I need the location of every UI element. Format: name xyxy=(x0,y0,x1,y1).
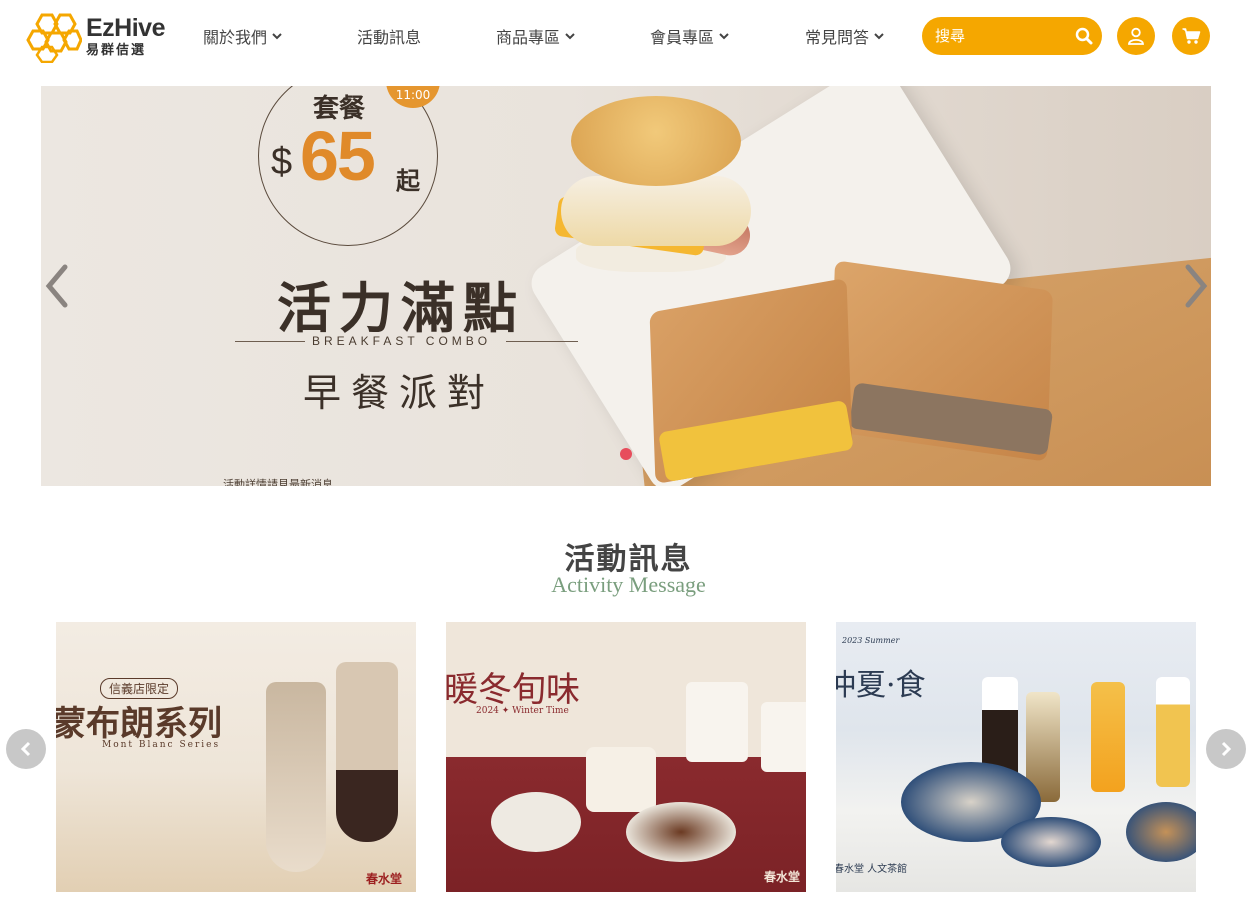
brand-name-en: EzHive xyxy=(86,13,165,42)
banner-egg xyxy=(561,176,751,246)
chevron-right-icon xyxy=(1221,741,1232,757)
carousel-next-button[interactable] xyxy=(1206,729,1246,769)
boba-tea-glass xyxy=(336,662,398,842)
milk-tea-glass xyxy=(266,682,326,872)
cart-icon xyxy=(1182,27,1200,44)
nav-label: 活動訊息 xyxy=(357,28,422,47)
nav-label: 會員專區 xyxy=(650,28,715,47)
card-brand: 春水堂 xyxy=(764,870,801,884)
carousel-prev-button[interactable] xyxy=(6,729,46,769)
price-value: 65 xyxy=(300,117,376,195)
card-brand: 春水堂 xyxy=(366,872,403,886)
drink-glass xyxy=(1156,677,1190,787)
carousel-dot-active[interactable] xyxy=(620,448,632,460)
hexagon-logo-icon xyxy=(26,13,82,63)
nav-label: 關於我們 xyxy=(203,28,268,47)
banner-headline: 活力滿點 xyxy=(277,277,525,340)
nav-item-products[interactable]: 商品專區 xyxy=(496,24,575,48)
search-icon[interactable] xyxy=(1075,27,1093,45)
card-title: 蒙布朗系列 xyxy=(56,704,222,744)
hero-carousel: 11:00 套餐 $ 65 起 活力滿點 BREAKFAST COMBO 早餐派… xyxy=(41,86,1211,486)
chevron-down-icon xyxy=(719,33,729,40)
card-title: 暖冬旬味 xyxy=(446,670,580,710)
chevron-down-icon xyxy=(874,33,884,40)
activity-card[interactable]: 暖冬旬味 2024 ✦ Winter Time 春水堂 xyxy=(446,622,806,892)
search-input[interactable] xyxy=(935,27,1065,45)
brand-name-zh: 易群佶選 xyxy=(86,42,147,58)
food-bowl xyxy=(1126,802,1196,862)
nav-label: 商品專區 xyxy=(496,28,561,47)
site-header: EzHive 易群佶選 關於我們 活動訊息 商品專區 會員專區 常見問答 xyxy=(0,0,1257,72)
divider xyxy=(235,341,305,342)
food-bowl xyxy=(1001,817,1101,867)
member-button[interactable] xyxy=(1117,17,1155,55)
section-subtitle: Activity Message xyxy=(551,572,706,597)
card-title: 仲夏·食 xyxy=(836,668,926,703)
tea-mug xyxy=(686,682,748,762)
chevron-left-icon[interactable] xyxy=(43,263,73,309)
activity-card[interactable]: 信義店限定 蒙布朗系列 Mont Blanc Series 春水堂 xyxy=(56,622,416,892)
chevron-right-icon[interactable] xyxy=(1180,263,1210,309)
card-caption: 2023 Summer xyxy=(842,636,900,645)
chevron-left-icon xyxy=(20,741,31,757)
search-box xyxy=(922,17,1102,55)
nav-item-about[interactable]: 關於我們 xyxy=(203,24,282,48)
banner-subtitle-en: BREAKFAST COMBO xyxy=(312,334,492,348)
nav-item-members[interactable]: 會員專區 xyxy=(650,24,729,48)
card-caption: 2024 ✦ Winter Time xyxy=(476,706,569,716)
nav-item-faq[interactable]: 常見問答 xyxy=(805,24,884,48)
food-plate xyxy=(491,792,581,852)
banner-subtitle-zh: 早餐派對 xyxy=(303,371,496,415)
chevron-down-icon xyxy=(565,33,575,40)
card-caption: Mont Blanc Series xyxy=(102,740,221,750)
soup-bowl xyxy=(586,747,656,812)
nav-item-activity[interactable]: 活動訊息 xyxy=(357,24,421,48)
price-currency: $ xyxy=(271,141,293,183)
banner-rice-bun xyxy=(571,96,741,186)
user-icon xyxy=(1128,27,1144,45)
chevron-down-icon xyxy=(272,33,282,40)
activity-card[interactable]: 仲夏·食 2023 Summer 春水堂 人文茶館 xyxy=(836,622,1196,892)
cart-button[interactable] xyxy=(1172,17,1210,55)
brand-logo[interactable]: EzHive 易群佶選 xyxy=(24,8,174,64)
card-brand: 春水堂 人文茶館 xyxy=(836,864,908,875)
price-suffix: 起 xyxy=(396,167,420,195)
banner-fine-print: 活動詳情請見最新消息 xyxy=(223,478,333,486)
nav-label: 常見問答 xyxy=(805,28,870,47)
tea-mug xyxy=(761,702,806,772)
drink-glass xyxy=(1091,682,1125,792)
divider xyxy=(506,341,578,342)
food-plate xyxy=(626,802,736,862)
